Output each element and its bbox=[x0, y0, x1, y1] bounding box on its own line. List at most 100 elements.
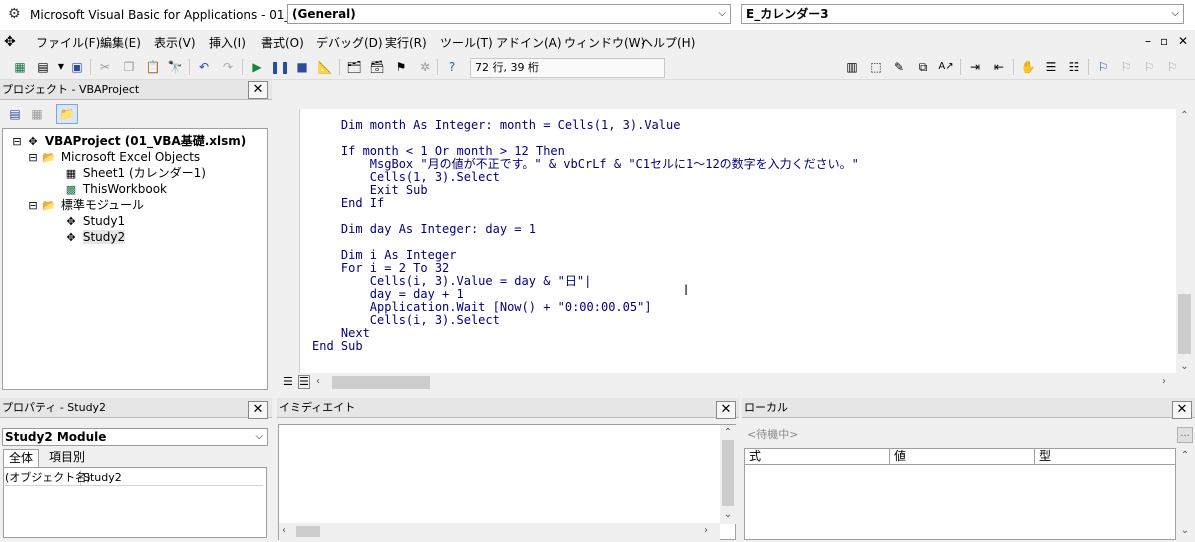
project-explorer-icon[interactable]: 🗂 bbox=[345, 58, 363, 76]
toggle-folders-icon[interactable]: 📁 bbox=[56, 104, 78, 124]
menu-format[interactable]: 書式(O) bbox=[261, 34, 304, 51]
scroll-down-icon[interactable]: ⌄ bbox=[1176, 360, 1193, 374]
module-icon: ✥ bbox=[66, 231, 76, 244]
project-explorer-close-button[interactable]: ✕ bbox=[248, 81, 268, 99]
complete-word-icon[interactable]: A↗ bbox=[937, 58, 955, 76]
procedure-view-icon[interactable]: ☰ bbox=[283, 375, 293, 388]
collapse-icon[interactable]: ⊟ bbox=[25, 150, 41, 166]
quick-info-icon[interactable]: ✎ bbox=[890, 58, 908, 76]
full-module-view-icon[interactable]: ☰ bbox=[298, 375, 310, 389]
immediate-vertical-scroll-thumb[interactable] bbox=[722, 440, 734, 506]
save-icon[interactable]: ▣ bbox=[68, 58, 86, 76]
menu-run[interactable]: 実行(R) bbox=[385, 34, 427, 51]
list-properties-icon[interactable]: ▥ bbox=[843, 58, 861, 76]
insert-module-icon[interactable]: ▤ bbox=[34, 58, 52, 76]
menu-window[interactable]: ウィンドウ(W) bbox=[564, 34, 645, 51]
object-combo[interactable]: (General) ⌵ bbox=[287, 4, 731, 24]
tree-node-study1[interactable]: ✥ Study1 bbox=[63, 213, 125, 230]
properties-window-icon[interactable]: 🗃 bbox=[368, 58, 386, 76]
tree-node-study2[interactable]: ✥ Study2 bbox=[63, 229, 126, 246]
scroll-left-icon[interactable]: ‹ bbox=[316, 375, 320, 389]
menu-file[interactable]: ファイル(F) bbox=[36, 34, 100, 51]
tab-categorized[interactable]: 項目別 bbox=[44, 449, 90, 467]
outdent-icon[interactable]: ⇤ bbox=[990, 58, 1008, 76]
scroll-left-icon[interactable]: ‹ bbox=[282, 524, 286, 538]
locals-close-button[interactable]: ✕ bbox=[1172, 401, 1192, 419]
previous-bookmark-icon[interactable]: ⚐ bbox=[1140, 58, 1158, 76]
clear-bookmarks-icon[interactable]: ⚐ bbox=[1163, 58, 1181, 76]
scroll-down-icon[interactable]: ⌄ bbox=[1177, 524, 1193, 538]
scroll-up-icon[interactable]: ⌃ bbox=[1177, 449, 1193, 463]
code-text[interactable]: Dim month As Integer: month = Cells(1, 3… bbox=[312, 119, 859, 353]
toggle-breakpoint-icon[interactable]: ✋ bbox=[1019, 58, 1037, 76]
procedure-combo[interactable]: E_カレンダー3 ⌵ bbox=[741, 4, 1184, 24]
collapse-icon[interactable]: ⊟ bbox=[9, 134, 25, 150]
tree-node-excel-objects[interactable]: ⊟ 📂 Microsoft Excel Objects bbox=[25, 149, 200, 166]
indent-icon[interactable]: ⇥ bbox=[966, 58, 984, 76]
view-code-icon[interactable]: ▤ bbox=[6, 105, 24, 123]
comment-block-icon[interactable]: ☰ bbox=[1042, 58, 1060, 76]
reset-icon[interactable]: ■ bbox=[293, 58, 311, 76]
property-name: (オブジェクト名) bbox=[5, 470, 91, 485]
mdi-minimize-button[interactable]: – bbox=[1145, 34, 1151, 48]
menu-debug[interactable]: デバッグ(D) bbox=[316, 34, 383, 51]
uncomment-block-icon[interactable]: ☷ bbox=[1065, 58, 1083, 76]
mdi-restore-button[interactable]: ▫ bbox=[1160, 34, 1168, 48]
properties-object-combo[interactable]: Study2 Module ⌵ bbox=[2, 428, 268, 446]
run-icon[interactable]: ▶ bbox=[248, 58, 266, 76]
properties-close-button[interactable]: ✕ bbox=[248, 401, 268, 419]
break-icon[interactable]: ❚❚ bbox=[270, 58, 290, 76]
view-excel-icon[interactable]: ▦ bbox=[11, 58, 29, 76]
design-mode-icon[interactable]: 📐 bbox=[316, 58, 334, 76]
help-icon[interactable]: ? bbox=[443, 58, 461, 76]
object-browser-icon[interactable]: ⚑ bbox=[392, 58, 410, 76]
toolbox-icon[interactable]: ✲ bbox=[416, 58, 434, 76]
copy-icon[interactable]: ❐ bbox=[120, 58, 138, 76]
code-editor[interactable]: Dim month As Integer: month = Cells(1, 3… bbox=[299, 109, 1176, 373]
immediate-horizontal-scroll-thumb[interactable] bbox=[296, 526, 320, 537]
code-horizontal-scroll-thumb[interactable] bbox=[332, 376, 430, 389]
code-margin[interactable] bbox=[281, 109, 299, 373]
menu-help[interactable]: ヘルプ(H) bbox=[641, 34, 695, 51]
find-icon[interactable]: 🔭 bbox=[166, 58, 184, 76]
tree-node-thisworkbook[interactable]: ▩ ThisWorkbook bbox=[63, 181, 167, 198]
scroll-up-icon[interactable]: ⌃ bbox=[1176, 109, 1193, 123]
tree-node-modules[interactable]: ⊟ 📂 標準モジュール bbox=[25, 197, 144, 214]
property-row[interactable]: (オブジェクト名)Study2 bbox=[5, 470, 263, 486]
toolbar-separator bbox=[1013, 59, 1014, 75]
menu-insert[interactable]: 挿入(I) bbox=[209, 34, 246, 51]
undo-icon[interactable]: ↶ bbox=[195, 58, 213, 76]
next-bookmark-icon[interactable]: ⚐ bbox=[1117, 58, 1135, 76]
property-value[interactable]: Study2 bbox=[81, 471, 122, 484]
immediate-horizontal-scrollbar[interactable] bbox=[279, 523, 720, 540]
menu-view[interactable]: 表示(V) bbox=[154, 34, 196, 51]
parameter-info-icon[interactable]: ⧉ bbox=[914, 58, 932, 76]
locals-column-expression[interactable]: 式 bbox=[745, 449, 890, 465]
scroll-right-icon[interactable]: › bbox=[704, 524, 708, 538]
tree-node-vbaproject[interactable]: ⊟ ✥ VBAProject (01_VBA基礎.xlsm) bbox=[9, 133, 246, 150]
call-stack-button[interactable]: ... bbox=[1177, 427, 1193, 443]
immediate-close-button[interactable]: ✕ bbox=[716, 401, 736, 419]
redo-icon[interactable]: ↷ bbox=[219, 58, 237, 76]
toggle-bookmark-icon[interactable]: ⚐ bbox=[1094, 58, 1112, 76]
menu-bar: ✥ ファイル(F) 編集(E) 表示(V) 挿入(I) 書式(O) デバッグ(D… bbox=[0, 30, 1195, 54]
tree-node-sheet1[interactable]: ▦ Sheet1 (カレンダー1) bbox=[63, 165, 206, 182]
tab-alphabetic[interactable]: 全体 bbox=[3, 449, 40, 467]
list-constants-icon[interactable]: ⬚ bbox=[867, 58, 885, 76]
cut-icon[interactable]: ✂ bbox=[96, 58, 114, 76]
scroll-right-icon[interactable]: › bbox=[1162, 375, 1166, 389]
toolbar-separator bbox=[339, 59, 340, 75]
view-object-icon[interactable]: ▦ bbox=[28, 105, 46, 123]
scroll-down-icon[interactable]: ⌄ bbox=[721, 508, 735, 522]
mdi-close-button[interactable]: ✕ bbox=[1178, 34, 1188, 48]
collapse-icon[interactable]: ⊟ bbox=[25, 198, 41, 214]
menu-addins[interactable]: アドイン(A) bbox=[496, 34, 562, 51]
menu-edit[interactable]: 編集(E) bbox=[100, 34, 141, 51]
locals-column-type[interactable]: 型 bbox=[1035, 449, 1176, 465]
code-vertical-scroll-thumb[interactable] bbox=[1178, 294, 1191, 354]
paste-icon[interactable]: 📋 bbox=[144, 58, 162, 76]
scroll-up-icon[interactable]: ⌃ bbox=[721, 426, 735, 440]
chevron-down-icon: ⌵ bbox=[1171, 8, 1179, 19]
menu-tools[interactable]: ツール(T) bbox=[440, 34, 493, 51]
locals-column-value[interactable]: 値 bbox=[890, 449, 1035, 465]
